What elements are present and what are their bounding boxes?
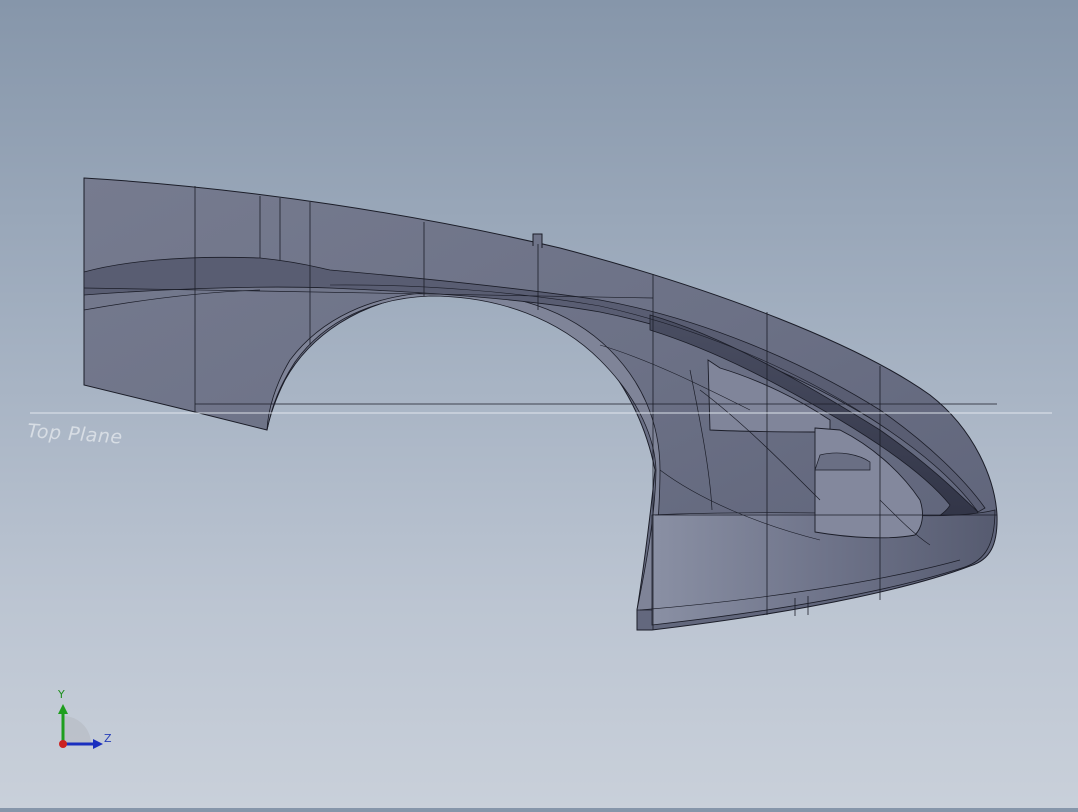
- coordinate-triad: [58, 704, 103, 749]
- top-tab[interactable]: [532, 233, 543, 248]
- triad-z-label: Z: [104, 732, 112, 745]
- triad-z-arrow: [93, 739, 103, 749]
- triad-quarter-disc: [63, 716, 91, 744]
- model-canvas[interactable]: [0, 0, 1078, 808]
- triad-y-arrow: [58, 704, 68, 714]
- triad-y-label: Y: [58, 688, 65, 701]
- graphics-viewport[interactable]: Top Plane Y Z: [0, 0, 1078, 808]
- triad-origin: [59, 740, 67, 748]
